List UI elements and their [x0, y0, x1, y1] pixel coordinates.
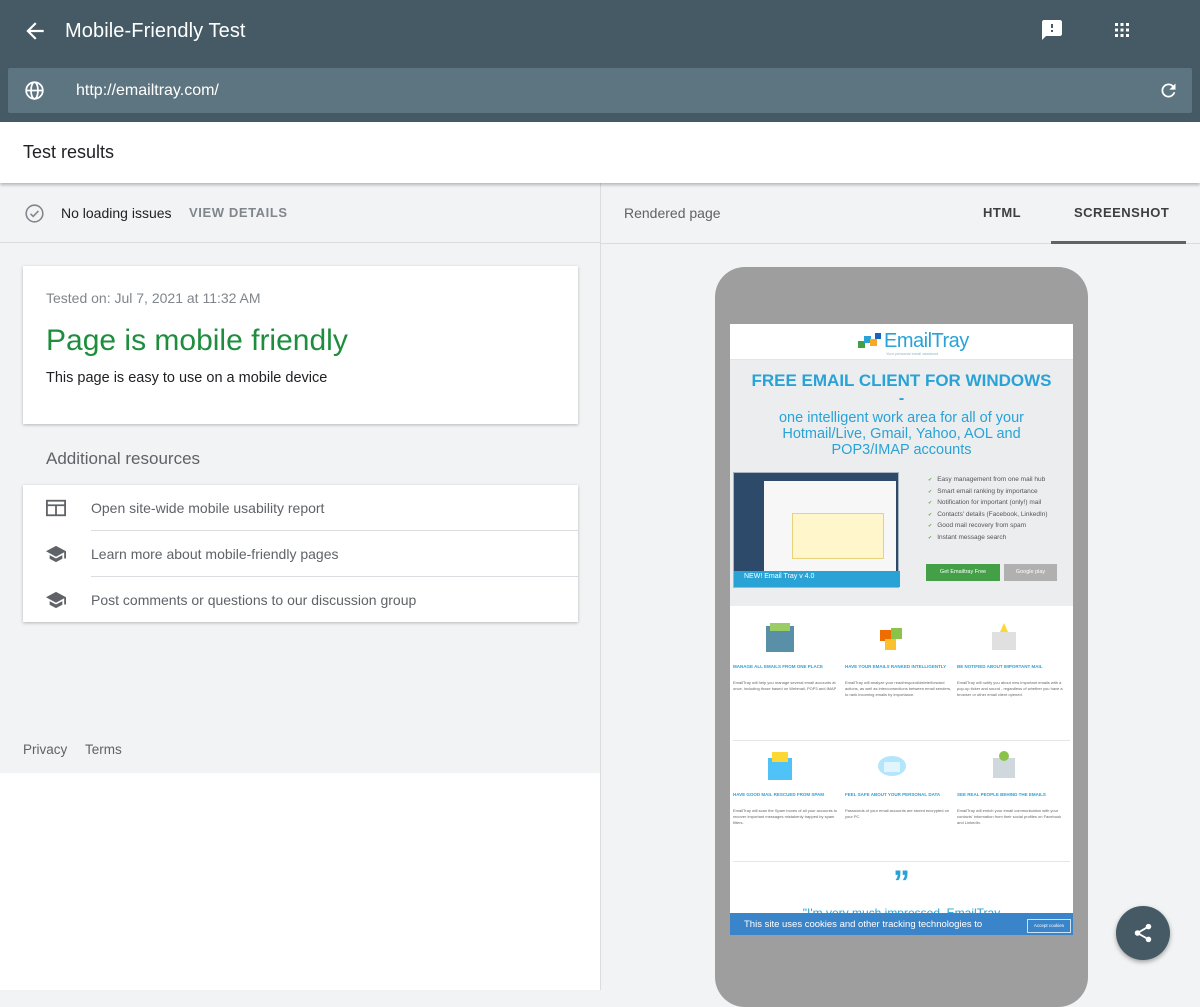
web-report-icon	[46, 499, 66, 517]
school-icon	[46, 591, 66, 609]
phone-frame: EmailTray Your personal email assistant …	[715, 267, 1088, 1007]
feature-item: Smart email ranking by importance	[928, 488, 1048, 500]
share-button[interactable]	[1116, 906, 1170, 960]
back-arrow-icon[interactable]	[22, 18, 48, 44]
apps-grid-icon[interactable]	[1110, 18, 1134, 42]
version-ribbon: NEW! Email Tray v 4.0	[734, 571, 900, 587]
notification-panel	[792, 513, 884, 559]
feature-grid: MANAGE ALL EMAILS FROM ONE PLACE EmailTr…	[730, 606, 1073, 935]
cookie-banner-text: This site uses cookies and other trackin…	[744, 919, 983, 930]
google-play-button: Google play	[1004, 564, 1057, 581]
verdict-heading: Page is mobile friendly	[46, 324, 348, 357]
resource-label: Learn more about mobile-friendly pages	[91, 546, 339, 562]
verdict-card: Tested on: Jul 7, 2021 at 11:32 AM Page …	[23, 266, 578, 424]
feature-checklist: Easy management from one mail hub Smart …	[928, 476, 1048, 546]
feature-heading: FEEL SAFE ABOUT YOUR PERSONAL DATA	[845, 792, 941, 797]
tested-on-timestamp: Tested on: Jul 7, 2021 at 11:32 AM	[46, 290, 261, 306]
tab-html[interactable]: HTML	[983, 205, 1021, 220]
quote-mark: ”	[893, 864, 910, 902]
feature-item: Easy management from one mail hub	[928, 476, 1048, 488]
share-icon	[1134, 923, 1152, 943]
feature-heading: HAVE YOUR EMAILS RANKED INTELLIGENTLY	[845, 664, 947, 669]
get-emailtray-button: Get Emailtray Free	[926, 564, 1000, 581]
results-panel: No loading issues VIEW DETAILS Tested on…	[0, 183, 600, 773]
school-icon	[46, 545, 66, 563]
rendered-page-panel: Rendered page HTML SCREENSHOT EmailTray …	[601, 183, 1200, 1007]
feature-heading: HAVE GOOD MAIL RESCUED FROM SPAM	[733, 792, 825, 797]
app-bar: Mobile-Friendly Test	[0, 0, 1200, 122]
app-title: Mobile-Friendly Test	[65, 20, 246, 42]
divider	[733, 861, 1070, 862]
feature-heading: BE NOTIFIED ABOUT IMPORTANT MAIL	[957, 664, 1043, 669]
feature-body: EmailTray will notify you about new impo…	[957, 680, 1063, 697]
terms-link[interactable]: Terms	[85, 742, 122, 757]
feature-heading: SEE REAL PEOPLE BEHIND THE EMAILS	[957, 792, 1046, 797]
emailtray-logo: EmailTray Your personal email assistant	[730, 324, 1073, 360]
logo-wordmark: EmailTray	[884, 330, 969, 352]
globe-icon	[25, 81, 44, 100]
feature-body: EmailTray will help you manage several e…	[733, 680, 837, 691]
reload-icon[interactable]	[1158, 80, 1179, 101]
additional-resources-heading: Additional resources	[46, 449, 201, 468]
accept-cookies-button: Accept cookies	[1027, 919, 1071, 933]
resource-discussion-group[interactable]: Post comments or questions to our discus…	[23, 577, 578, 623]
rescue-icon	[768, 752, 792, 780]
privacy-link[interactable]: Privacy	[23, 742, 67, 757]
rendered-page-header: Rendered page HTML SCREENSHOT	[601, 183, 1200, 244]
feature-body: EmailTray will scan the Spam boxes of al…	[733, 808, 838, 825]
url-bar	[8, 68, 1192, 113]
loading-status-row: No loading issues VIEW DETAILS	[0, 183, 600, 243]
feature-body: Passwords of your email accounts are sto…	[845, 808, 950, 819]
feedback-icon[interactable]	[1040, 18, 1064, 42]
divider	[733, 740, 1070, 741]
verdict-description: This page is easy to use on a mobile dev…	[46, 370, 328, 386]
inbox-icon	[766, 623, 794, 652]
feature-item: Instant message search	[928, 534, 1048, 546]
safe-data-icon	[878, 756, 906, 776]
resource-usability-report[interactable]: Open site-wide mobile usability report	[23, 485, 578, 531]
resource-learn-more[interactable]: Learn more about mobile-friendly pages	[23, 531, 578, 577]
resources-list: Open site-wide mobile usability report L…	[23, 485, 578, 622]
url-input[interactable]	[76, 78, 1116, 103]
contact-profile-icon	[993, 751, 1015, 778]
view-details-link[interactable]: VIEW DETAILS	[189, 205, 288, 220]
resource-label: Open site-wide mobile usability report	[91, 500, 325, 516]
resource-label: Post comments or questions to our discus…	[91, 592, 417, 608]
notification-envelope-icon	[992, 623, 1016, 650]
hero-section: FREE EMAIL CLIENT FOR WINDOWS - one inte…	[730, 360, 1073, 606]
feature-body: EmailTray will enrich your email communi…	[957, 808, 1062, 825]
results-header: Test results	[0, 122, 1200, 183]
active-tab-indicator	[1051, 241, 1186, 244]
feature-heading: MANAGE ALL EMAILS FROM ONE PLACE	[733, 664, 823, 669]
results-title: Test results	[23, 142, 115, 162]
feature-item: Notification for important (only!) mail	[928, 499, 1048, 511]
version-ribbon-text: NEW! Email Tray v 4.0	[744, 573, 815, 580]
hero-title: FREE EMAIL CLIENT FOR WINDOWS	[751, 371, 1052, 390]
feature-item: Good mail recovery from spam	[928, 522, 1048, 534]
logo-tagline: Your personal email assistant	[886, 351, 939, 356]
check-circle-icon	[25, 204, 44, 223]
rendered-page-label: Rendered page	[624, 205, 721, 221]
left-empty-area	[0, 773, 600, 990]
cookie-banner: This site uses cookies and other trackin…	[730, 913, 1073, 935]
app-screenshot-image: NEW! Email Tray v 4.0	[733, 472, 900, 588]
screenshot-preview: EmailTray Your personal email assistant …	[730, 324, 1073, 935]
loading-status-text: No loading issues	[61, 205, 172, 221]
feature-body: EmailTray will analyze your read/respond…	[845, 680, 952, 697]
feature-item: Contacts' details (Facebook, LinkedIn)	[928, 511, 1047, 523]
hero-dash: -	[898, 390, 905, 407]
tab-screenshot[interactable]: SCREENSHOT	[1074, 205, 1169, 220]
hero-subtitle: one intelligent work area for all of you…	[778, 410, 1025, 458]
emailtray-logo-mark	[858, 333, 881, 348]
cubes-icon	[880, 628, 902, 650]
